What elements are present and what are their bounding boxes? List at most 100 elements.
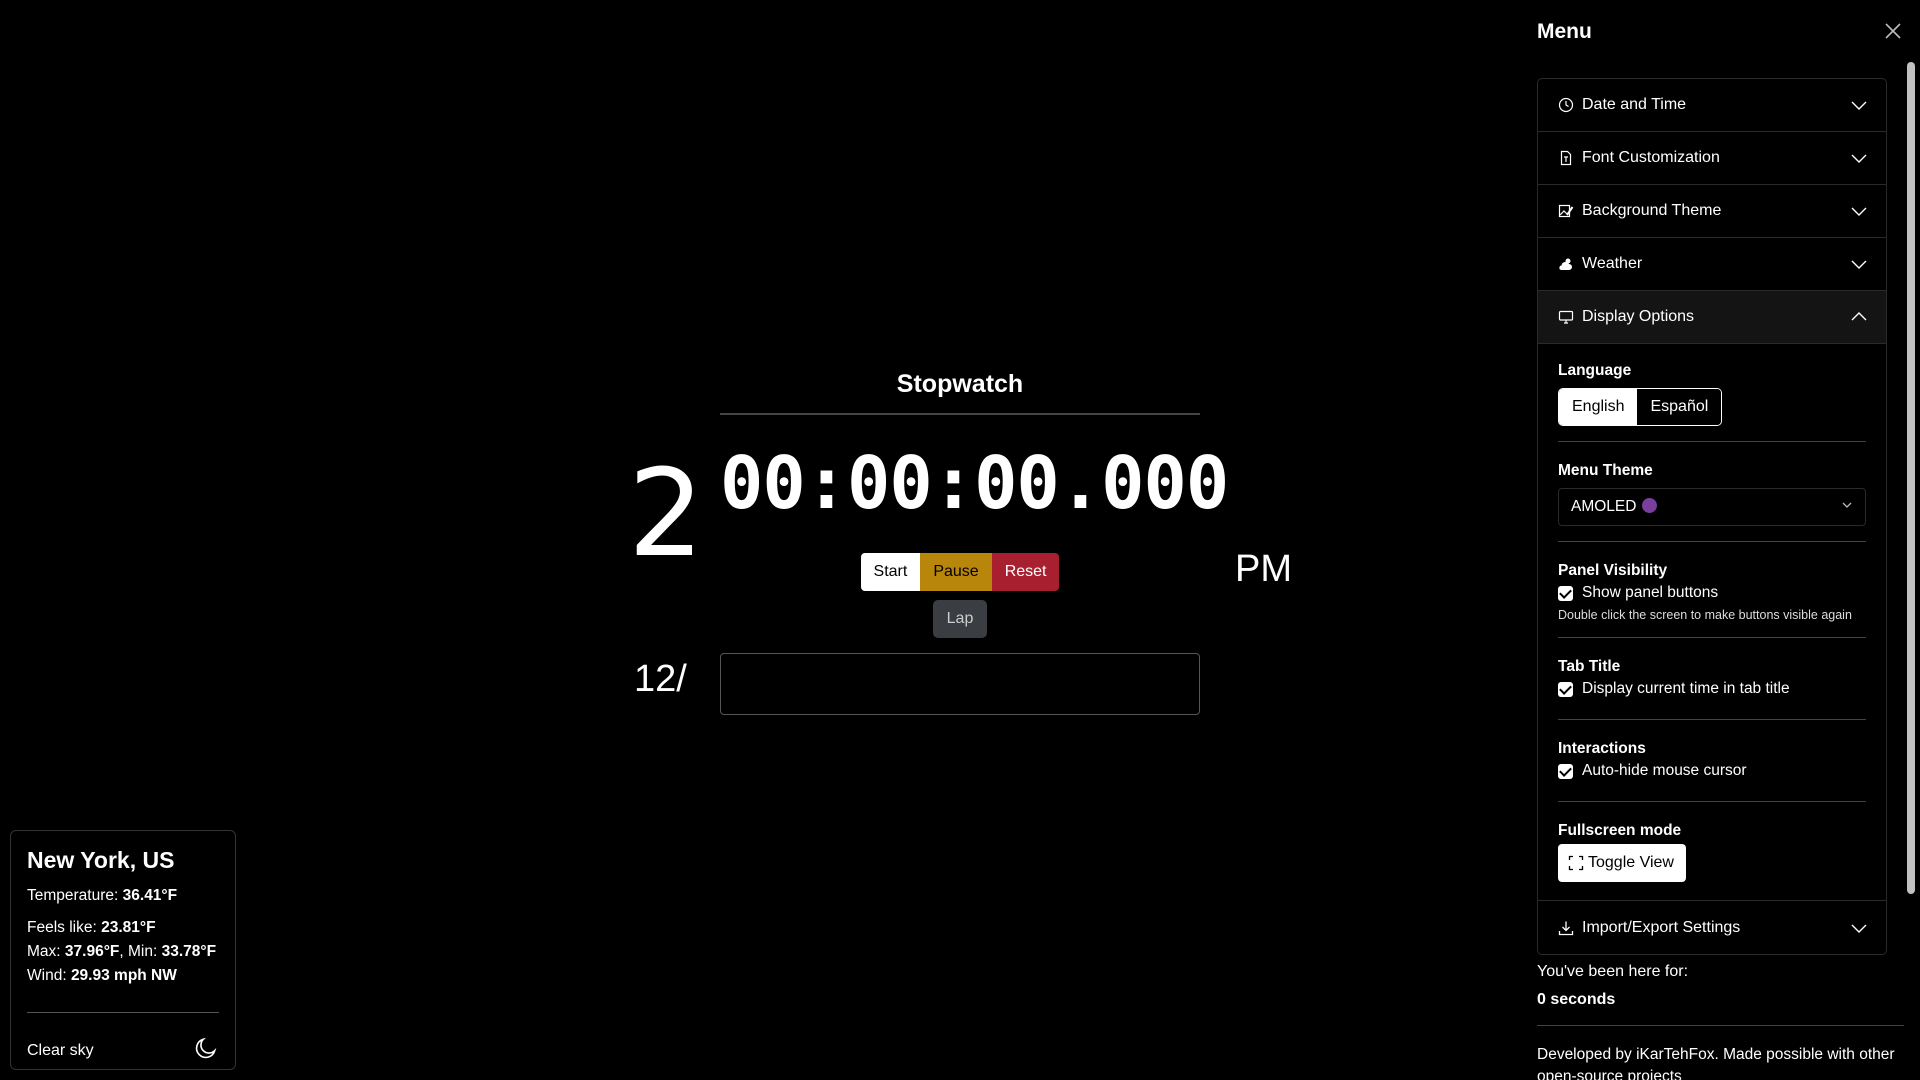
weather-max-min: Max: 37.96°F, Min: 33.78°F bbox=[27, 940, 219, 964]
chevron-down-icon bbox=[1850, 96, 1868, 114]
clock-ampm: PM bbox=[1235, 548, 1292, 590]
clock-date: 12/ bbox=[634, 658, 687, 700]
show-panel-buttons-checkbox[interactable] bbox=[1558, 585, 1573, 601]
weather-temperature: Temperature: 36.41°F bbox=[27, 884, 219, 908]
section-label: Background Theme bbox=[1582, 202, 1722, 219]
min-label: , Min: bbox=[119, 943, 162, 960]
weather-description: Clear sky bbox=[27, 1041, 94, 1059]
side-menu: Menu Date and Time Font Customization Ba… bbox=[1518, 0, 1920, 1080]
menu-divider bbox=[1537, 1025, 1904, 1026]
panel-hint: Double click the screen to make buttons … bbox=[1558, 608, 1852, 622]
laps-textarea[interactable] bbox=[720, 653, 1200, 715]
wind-value: 29.93 mph NW bbox=[70, 967, 177, 984]
clock-icon bbox=[1558, 97, 1574, 113]
temperature-label: Temperature: bbox=[27, 887, 123, 904]
menu-theme-select[interactable]: AMOLED bbox=[1558, 488, 1866, 526]
stopwatch-panel: Stopwatch 00:00:00.000 Start Pause Reset… bbox=[720, 370, 1229, 715]
chevron-down-icon bbox=[1841, 498, 1853, 516]
toggle-view-button[interactable]: Toggle View bbox=[1558, 844, 1686, 882]
close-icon[interactable] bbox=[1882, 20, 1904, 42]
section-label: Font Customization bbox=[1582, 149, 1720, 166]
interactions-label: Interactions bbox=[1558, 740, 1646, 757]
tab-time-row[interactable]: Display current time in tab title bbox=[1558, 680, 1866, 698]
feels-like-value: 23.81°F bbox=[101, 919, 156, 936]
show-panel-buttons-label: Show panel buttons bbox=[1582, 584, 1719, 601]
section-background-theme[interactable]: Background Theme bbox=[1538, 185, 1886, 238]
language-toggle: English Español bbox=[1558, 388, 1723, 426]
toggle-view-label: Toggle View bbox=[1588, 854, 1674, 871]
download-icon bbox=[1558, 920, 1574, 936]
stopwatch-time: 00:00:00.000 bbox=[720, 441, 1229, 525]
menu-title: Menu bbox=[1537, 20, 1592, 43]
fullscreen-section: Fullscreen mode Toggle View bbox=[1558, 822, 1866, 888]
tab-time-checkbox[interactable] bbox=[1558, 681, 1573, 697]
weather-wind: Wind: 29.93 mph NW bbox=[27, 964, 219, 988]
tab-title-section: Tab Title Display current time in tab ti… bbox=[1558, 658, 1866, 720]
start-button[interactable]: Start bbox=[860, 553, 921, 591]
weather-feels-like: Feels like: 23.81°F bbox=[27, 916, 219, 940]
pause-button[interactable]: Pause bbox=[920, 553, 992, 591]
tab-title-label: Tab Title bbox=[1558, 658, 1621, 675]
menu-theme-label: Menu Theme bbox=[1558, 462, 1653, 479]
auto-hide-cursor-row[interactable]: Auto-hide mouse cursor bbox=[1558, 762, 1866, 780]
purple-circle-icon bbox=[1642, 498, 1658, 513]
section-label: Weather bbox=[1582, 255, 1643, 272]
section-font-customization[interactable]: Font Customization bbox=[1538, 132, 1886, 185]
show-panel-buttons-row[interactable]: Show panel buttons bbox=[1558, 584, 1866, 602]
weather-card: New York, US Temperature: 36.41°F Feels … bbox=[10, 830, 236, 1070]
reset-button[interactable]: Reset bbox=[991, 553, 1060, 591]
fullscreen-icon bbox=[1568, 855, 1584, 871]
weather-footer: Clear sky bbox=[27, 1035, 219, 1066]
developer-note: Developed by iKarTehFox. Made possible w… bbox=[1537, 1046, 1895, 1080]
here-for-value: 0 seconds bbox=[1537, 991, 1616, 1008]
here-for-label: You've been here for: bbox=[1537, 963, 1689, 980]
section-date-time[interactable]: Date and Time bbox=[1538, 79, 1886, 132]
lap-button[interactable]: Lap bbox=[932, 600, 988, 638]
settings-accordion: Date and Time Font Customization Backgro… bbox=[1537, 78, 1887, 955]
language-section: Language English Español bbox=[1558, 362, 1866, 442]
chevron-down-icon bbox=[1850, 255, 1868, 273]
time-on-page: You've been here for: 0 seconds bbox=[1537, 958, 1688, 1014]
temperature-value: 36.41°F bbox=[122, 887, 178, 904]
display-options-body: Language English Español Menu Theme AMOL… bbox=[1538, 344, 1886, 901]
stopwatch-title: Stopwatch bbox=[720, 370, 1200, 415]
font-file-icon bbox=[1558, 150, 1574, 166]
chevron-up-icon bbox=[1850, 308, 1868, 326]
min-value: 33.78°F bbox=[161, 943, 217, 960]
weather-city: New York, US bbox=[27, 847, 175, 873]
max-label: Max: bbox=[27, 943, 65, 960]
section-weather[interactable]: Weather bbox=[1538, 238, 1886, 291]
language-label: Language bbox=[1558, 362, 1632, 379]
menu-theme-section: Menu Theme AMOLED bbox=[1558, 462, 1866, 542]
interactions-section: Interactions Auto-hide mouse cursor bbox=[1558, 740, 1866, 802]
panel-visibility-label: Panel Visibility bbox=[1558, 562, 1668, 579]
wind-label: Wind: bbox=[27, 967, 71, 984]
chevron-down-icon bbox=[1850, 202, 1868, 220]
moon-icon bbox=[193, 1035, 219, 1066]
auto-hide-cursor-label: Auto-hide mouse cursor bbox=[1582, 762, 1747, 779]
section-label: Import/Export Settings bbox=[1582, 918, 1741, 936]
scrollbar-thumb[interactable] bbox=[1907, 62, 1915, 894]
spanish-button[interactable]: Español bbox=[1637, 389, 1722, 425]
menu-scrollbar[interactable] bbox=[1904, 62, 1916, 1080]
stopwatch-controls: Start Pause Reset bbox=[720, 553, 1200, 591]
weather-divider bbox=[27, 1012, 219, 1013]
chevron-down-icon bbox=[1850, 919, 1868, 937]
cloud-sun-icon bbox=[1558, 256, 1574, 272]
tab-time-label: Display current time in tab title bbox=[1582, 680, 1790, 697]
english-button[interactable]: English bbox=[1559, 389, 1638, 425]
section-display-options[interactable]: Display Options bbox=[1538, 291, 1886, 344]
max-value: 37.96°F bbox=[64, 943, 120, 960]
auto-hide-cursor-checkbox[interactable] bbox=[1558, 763, 1573, 779]
fullscreen-label: Fullscreen mode bbox=[1558, 822, 1682, 839]
panel-visibility-section: Panel Visibility Show panel buttons Doub… bbox=[1558, 562, 1866, 638]
theme-value: AMOLED bbox=[1571, 498, 1637, 515]
image-brush-icon bbox=[1558, 203, 1574, 219]
chevron-down-icon bbox=[1850, 149, 1868, 167]
clock-digit: 2 bbox=[628, 455, 692, 565]
theme-value-wrap: AMOLED bbox=[1571, 498, 1841, 516]
app-root: 2 12/ PM Stopwatch 00:00:00.000 Start Pa… bbox=[0, 0, 1920, 1080]
section-label: Date and Time bbox=[1582, 96, 1687, 113]
lap-wrap: Lap bbox=[720, 600, 1200, 638]
section-import-export[interactable]: Import/Export Settings bbox=[1538, 901, 1886, 954]
